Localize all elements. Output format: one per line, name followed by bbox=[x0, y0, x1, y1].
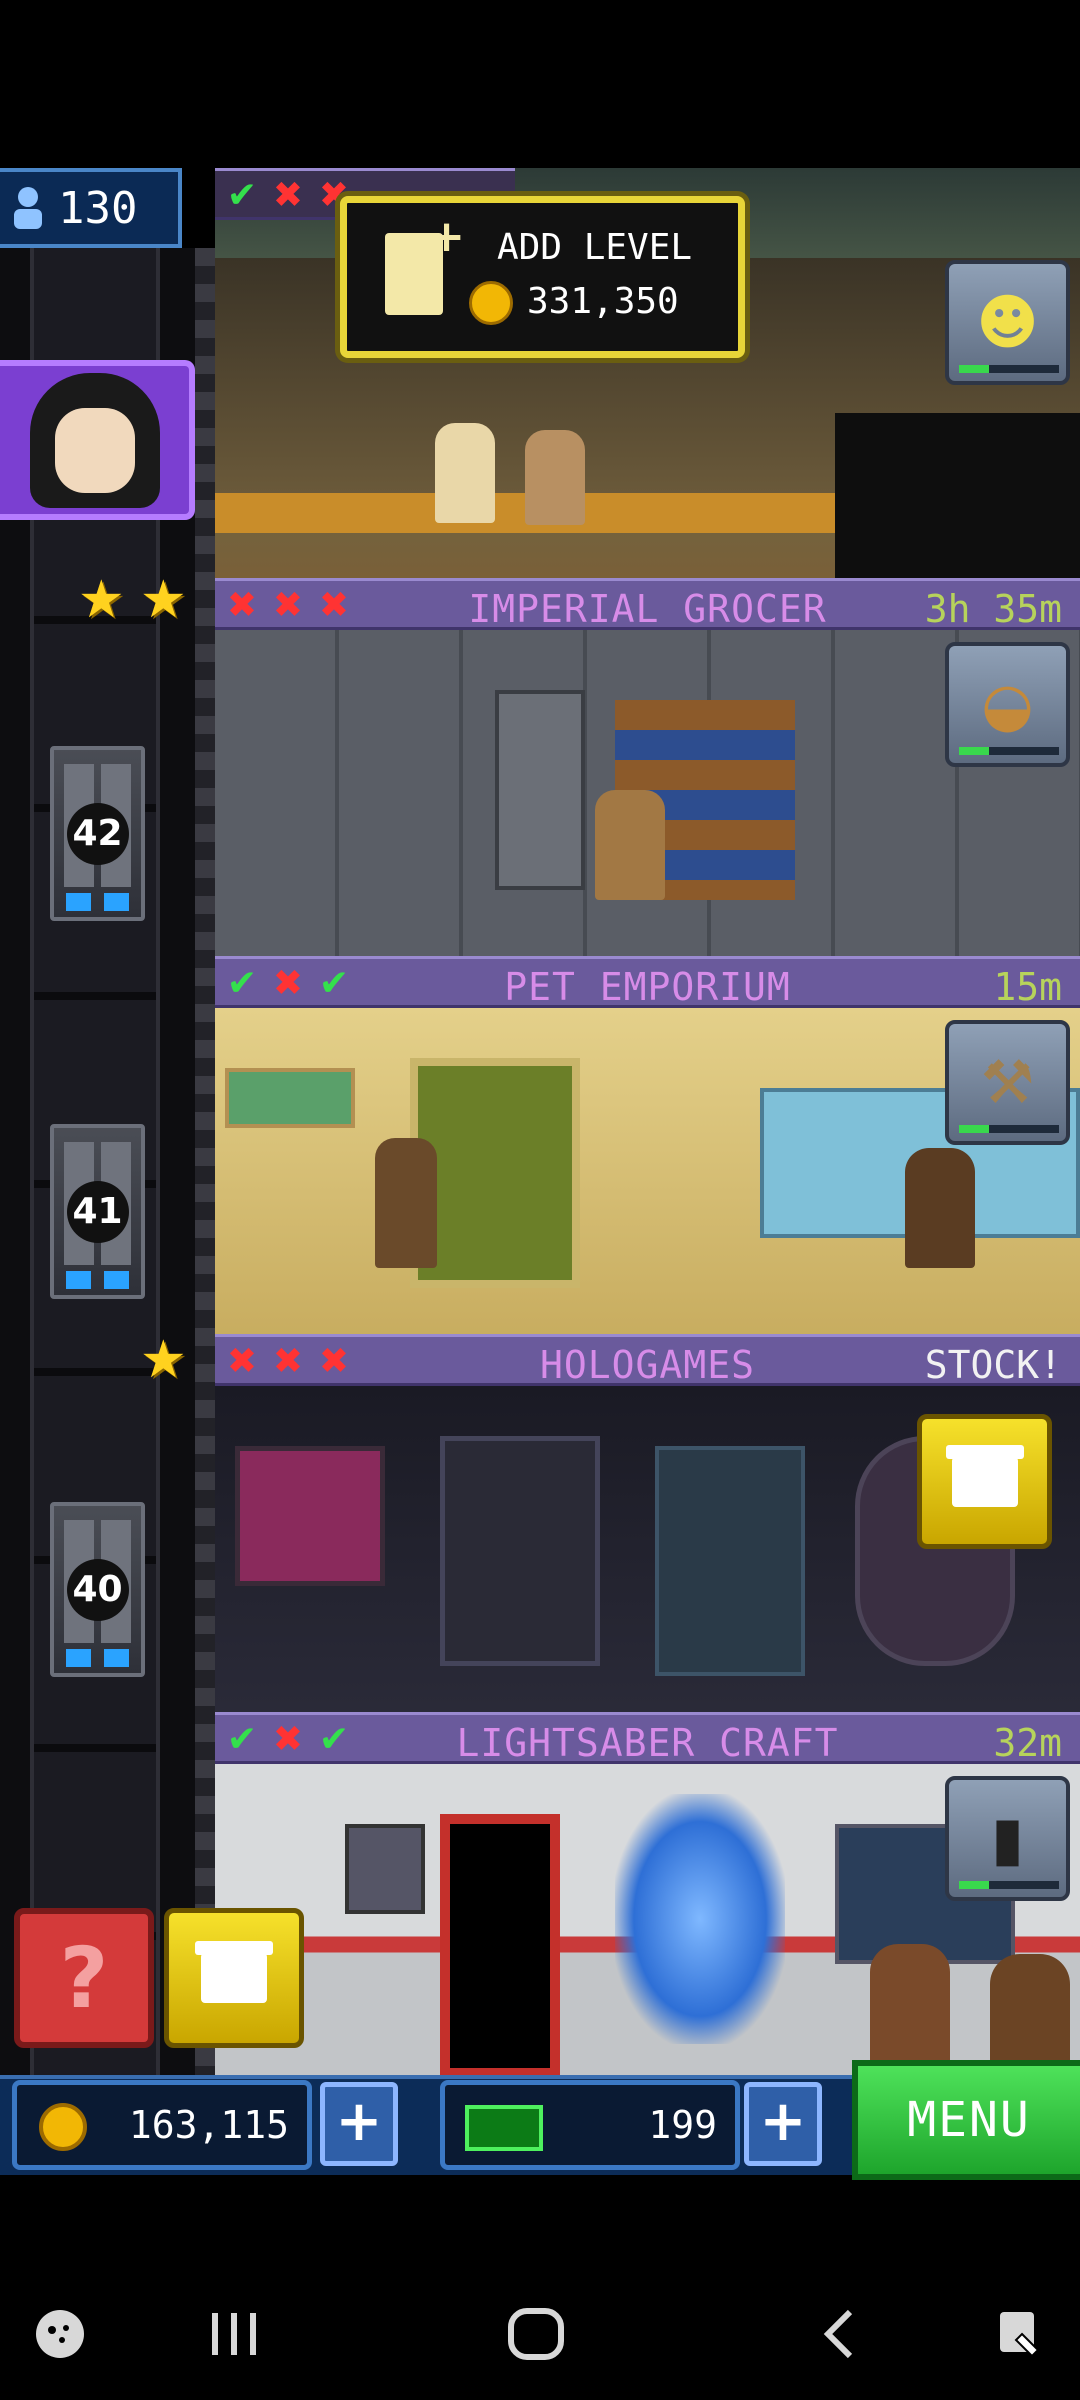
bitizen-sprite[interactable] bbox=[375, 1138, 437, 1268]
floor-header: ✔ ✖ ✔ LIGHTSABER CRAFT 32m bbox=[215, 1712, 1080, 1765]
creature-icon: ☻ bbox=[976, 287, 1039, 358]
question-icon: ? bbox=[59, 1929, 109, 2027]
theater-area bbox=[835, 413, 1080, 578]
recent-apps-icon[interactable] bbox=[174, 2268, 294, 2400]
screen-capture-icon[interactable] bbox=[960, 2268, 1080, 2400]
bowl-icon: ◒ bbox=[981, 669, 1034, 740]
lightsaber-hilt-icon: ▮ bbox=[990, 1803, 1025, 1874]
floor-hologames[interactable]: ✖ ✖ ✖ HOLOGAMES STOCK! bbox=[215, 1334, 1080, 1712]
floor-header: ✖ ✖ ✖ HOLOGAMES STOCK! bbox=[215, 1334, 1080, 1387]
bitizen-sprite[interactable] bbox=[435, 423, 495, 523]
arcade-cabinet bbox=[655, 1446, 805, 1676]
product-icon-grocer[interactable]: ◒ bbox=[945, 642, 1070, 767]
cross-icon: ✖ bbox=[272, 175, 304, 216]
buy-coins-button[interactable]: + bbox=[320, 2082, 398, 2166]
stock-bar bbox=[959, 1881, 1059, 1889]
floor-lightsaber-craft[interactable]: ✔ ✖ ✔ LIGHTSABER CRAFT 32m ▮ bbox=[215, 1712, 1080, 2078]
elevator-floor-number: 42 bbox=[66, 802, 129, 865]
elevator-car[interactable]: 41 bbox=[50, 1124, 145, 1299]
add-floor-icon bbox=[385, 211, 465, 315]
star-icon: ★ bbox=[78, 570, 125, 630]
bitizen-sprite[interactable] bbox=[595, 790, 665, 900]
floor-name: LIGHTSABER CRAFT bbox=[456, 1721, 839, 1765]
elevator-car[interactable]: 42 bbox=[50, 746, 145, 921]
person-icon bbox=[14, 187, 42, 229]
bux-display[interactable]: 199 bbox=[440, 2080, 740, 2170]
floor-timer: 3h 35m bbox=[924, 587, 1062, 631]
system-navigation-bar bbox=[0, 2268, 1080, 2400]
population-counter[interactable]: 130 bbox=[0, 168, 182, 248]
hooded-face-icon bbox=[29, 372, 160, 508]
product-icon-pet[interactable]: ⚒ bbox=[945, 1020, 1070, 1145]
coins-display[interactable]: 163,115 bbox=[12, 2080, 312, 2170]
floor-header: ✖ ✖ ✖ IMPERIAL GROCER 3h 35m bbox=[215, 578, 1080, 631]
elevator-shaft: 42 41 40 ★ ★ ★ bbox=[0, 248, 215, 2088]
bitizen-sprite[interactable] bbox=[905, 1148, 975, 1268]
crafting-tube bbox=[615, 1794, 785, 2044]
stock-all-button[interactable] bbox=[164, 1908, 304, 2048]
floor-checks: ✔ ✖ ✖ bbox=[221, 177, 355, 215]
stock-bar bbox=[959, 365, 1059, 373]
product-icon-lightsaber[interactable]: ▮ bbox=[945, 1776, 1070, 1901]
stock-bar bbox=[959, 747, 1059, 755]
home-icon[interactable] bbox=[476, 2268, 596, 2400]
buy-bux-button[interactable]: + bbox=[744, 2082, 822, 2166]
elevator-floor-number: 41 bbox=[66, 1180, 129, 1243]
wall-portrait bbox=[345, 1824, 425, 1914]
floor-header: ✔ ✖ ✔ PET EMPORIUM 15m bbox=[215, 956, 1080, 1009]
bux-value: 199 bbox=[648, 2103, 717, 2147]
coins-value: 163,115 bbox=[128, 2103, 289, 2147]
elevator-floor-number: 40 bbox=[66, 1558, 129, 1621]
elevator-light bbox=[66, 893, 129, 911]
add-level-label: ADD LEVEL bbox=[497, 227, 693, 268]
floor-imperial-grocer[interactable]: ✖ ✖ ✖ IMPERIAL GROCER 3h 35m ◒ bbox=[215, 578, 1080, 956]
lightsaber-door bbox=[440, 1814, 560, 2078]
check-icon: ✔ bbox=[226, 175, 258, 216]
grocer-door bbox=[495, 690, 585, 890]
vip-avatar[interactable] bbox=[0, 360, 195, 520]
elevator-car[interactable]: 40 bbox=[50, 1502, 145, 1677]
stock-box-icon bbox=[945, 1444, 1024, 1507]
floor-timer: 32m bbox=[993, 1721, 1062, 1765]
aquarium-window bbox=[225, 1068, 355, 1128]
stock-bar bbox=[959, 1125, 1059, 1133]
elevator-light bbox=[66, 1271, 129, 1289]
star-icon: ★ bbox=[140, 1330, 187, 1390]
mystery-button[interactable]: ? bbox=[14, 1908, 154, 2048]
restock-button[interactable] bbox=[917, 1414, 1052, 1549]
bux-icon bbox=[465, 2105, 543, 2151]
product-icon-top[interactable]: ☻ bbox=[945, 260, 1070, 385]
floor-pet-emporium[interactable]: ✔ ✖ ✔ PET EMPORIUM 15m ⚒ bbox=[215, 956, 1080, 1334]
bitizen-sprite[interactable] bbox=[870, 1944, 950, 2078]
bone-icon: ⚒ bbox=[980, 1047, 1035, 1118]
menu-button[interactable]: MENU bbox=[852, 2060, 1080, 2180]
population-value: 130 bbox=[58, 182, 138, 234]
floor-name: PET EMPORIUM bbox=[504, 965, 791, 1009]
game-launcher-icon[interactable] bbox=[0, 2268, 120, 2400]
add-level-price: 331,350 bbox=[527, 281, 679, 322]
floor-timer: 15m bbox=[993, 965, 1062, 1009]
add-level-button[interactable]: ADD LEVEL 331,350 bbox=[340, 196, 745, 358]
back-icon[interactable] bbox=[780, 2268, 900, 2400]
hologames-door bbox=[440, 1436, 600, 1666]
bitizen-sprite[interactable] bbox=[525, 430, 585, 525]
elevator-light bbox=[66, 1649, 129, 1667]
arcade-screen bbox=[235, 1446, 385, 1586]
stock-box-icon bbox=[195, 1941, 273, 2003]
star-icon: ★ bbox=[140, 570, 187, 630]
shaft-edge bbox=[195, 248, 215, 2088]
coin-icon bbox=[469, 281, 513, 325]
floor-timer: STOCK! bbox=[924, 1343, 1062, 1387]
coin-icon bbox=[39, 2103, 87, 2151]
